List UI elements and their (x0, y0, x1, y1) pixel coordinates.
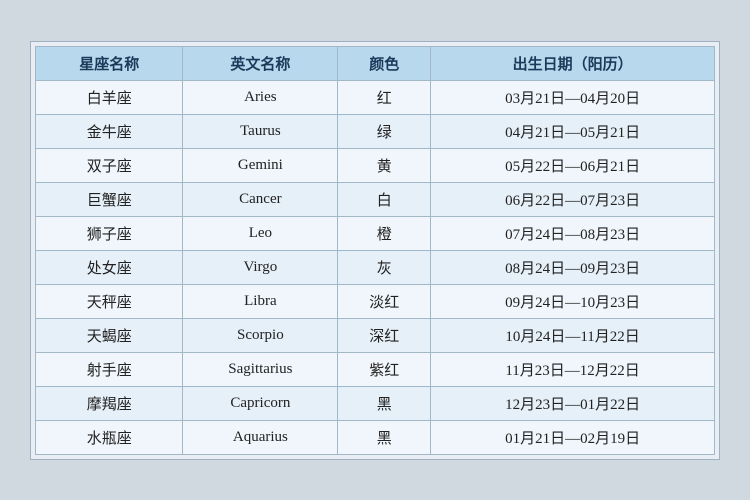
cell-dates: 12月23日—01月22日 (431, 386, 715, 420)
table-row: 水瓶座Aquarius黑01月21日—02月19日 (36, 420, 715, 454)
header-english-name: 英文名称 (183, 46, 338, 80)
cell-chinese-name: 天秤座 (36, 284, 183, 318)
cell-color: 橙 (338, 216, 431, 250)
cell-chinese-name: 狮子座 (36, 216, 183, 250)
table-body: 白羊座Aries红03月21日—04月20日金牛座Taurus绿04月21日—0… (36, 80, 715, 454)
zodiac-table-container: 星座名称 英文名称 颜色 出生日期（阳历） 白羊座Aries红03月21日—04… (30, 41, 720, 460)
cell-chinese-name: 金牛座 (36, 114, 183, 148)
table-row: 射手座Sagittarius紫红11月23日—12月22日 (36, 352, 715, 386)
cell-dates: 10月24日—11月22日 (431, 318, 715, 352)
cell-color: 灰 (338, 250, 431, 284)
header-chinese-name: 星座名称 (36, 46, 183, 80)
header-dates: 出生日期（阳历） (431, 46, 715, 80)
cell-dates: 07月24日—08月23日 (431, 216, 715, 250)
cell-english-name: Taurus (183, 114, 338, 148)
cell-chinese-name: 水瓶座 (36, 420, 183, 454)
cell-english-name: Leo (183, 216, 338, 250)
cell-english-name: Cancer (183, 182, 338, 216)
cell-english-name: Aries (183, 80, 338, 114)
cell-color: 黑 (338, 420, 431, 454)
table-row: 双子座Gemini黄05月22日—06月21日 (36, 148, 715, 182)
cell-chinese-name: 射手座 (36, 352, 183, 386)
cell-dates: 03月21日—04月20日 (431, 80, 715, 114)
cell-chinese-name: 摩羯座 (36, 386, 183, 420)
cell-english-name: Sagittarius (183, 352, 338, 386)
table-row: 金牛座Taurus绿04月21日—05月21日 (36, 114, 715, 148)
cell-dates: 04月21日—05月21日 (431, 114, 715, 148)
cell-dates: 11月23日—12月22日 (431, 352, 715, 386)
cell-color: 淡红 (338, 284, 431, 318)
table-row: 摩羯座Capricorn黑12月23日—01月22日 (36, 386, 715, 420)
cell-chinese-name: 天蝎座 (36, 318, 183, 352)
cell-color: 白 (338, 182, 431, 216)
cell-english-name: Scorpio (183, 318, 338, 352)
cell-dates: 09月24日—10月23日 (431, 284, 715, 318)
table-row: 狮子座Leo橙07月24日—08月23日 (36, 216, 715, 250)
cell-color: 黄 (338, 148, 431, 182)
table-row: 处女座Virgo灰08月24日—09月23日 (36, 250, 715, 284)
cell-color: 紫红 (338, 352, 431, 386)
cell-english-name: Aquarius (183, 420, 338, 454)
cell-english-name: Gemini (183, 148, 338, 182)
cell-english-name: Capricorn (183, 386, 338, 420)
table-row: 天蝎座Scorpio深红10月24日—11月22日 (36, 318, 715, 352)
cell-dates: 08月24日—09月23日 (431, 250, 715, 284)
cell-chinese-name: 巨蟹座 (36, 182, 183, 216)
cell-dates: 05月22日—06月21日 (431, 148, 715, 182)
zodiac-table: 星座名称 英文名称 颜色 出生日期（阳历） 白羊座Aries红03月21日—04… (35, 46, 715, 455)
cell-chinese-name: 双子座 (36, 148, 183, 182)
cell-english-name: Virgo (183, 250, 338, 284)
table-row: 天秤座Libra淡红09月24日—10月23日 (36, 284, 715, 318)
cell-chinese-name: 白羊座 (36, 80, 183, 114)
cell-color: 深红 (338, 318, 431, 352)
cell-color: 红 (338, 80, 431, 114)
cell-english-name: Libra (183, 284, 338, 318)
cell-dates: 01月21日—02月19日 (431, 420, 715, 454)
table-row: 白羊座Aries红03月21日—04月20日 (36, 80, 715, 114)
cell-color: 绿 (338, 114, 431, 148)
cell-color: 黑 (338, 386, 431, 420)
header-color: 颜色 (338, 46, 431, 80)
cell-chinese-name: 处女座 (36, 250, 183, 284)
table-header-row: 星座名称 英文名称 颜色 出生日期（阳历） (36, 46, 715, 80)
table-row: 巨蟹座Cancer白06月22日—07月23日 (36, 182, 715, 216)
cell-dates: 06月22日—07月23日 (431, 182, 715, 216)
